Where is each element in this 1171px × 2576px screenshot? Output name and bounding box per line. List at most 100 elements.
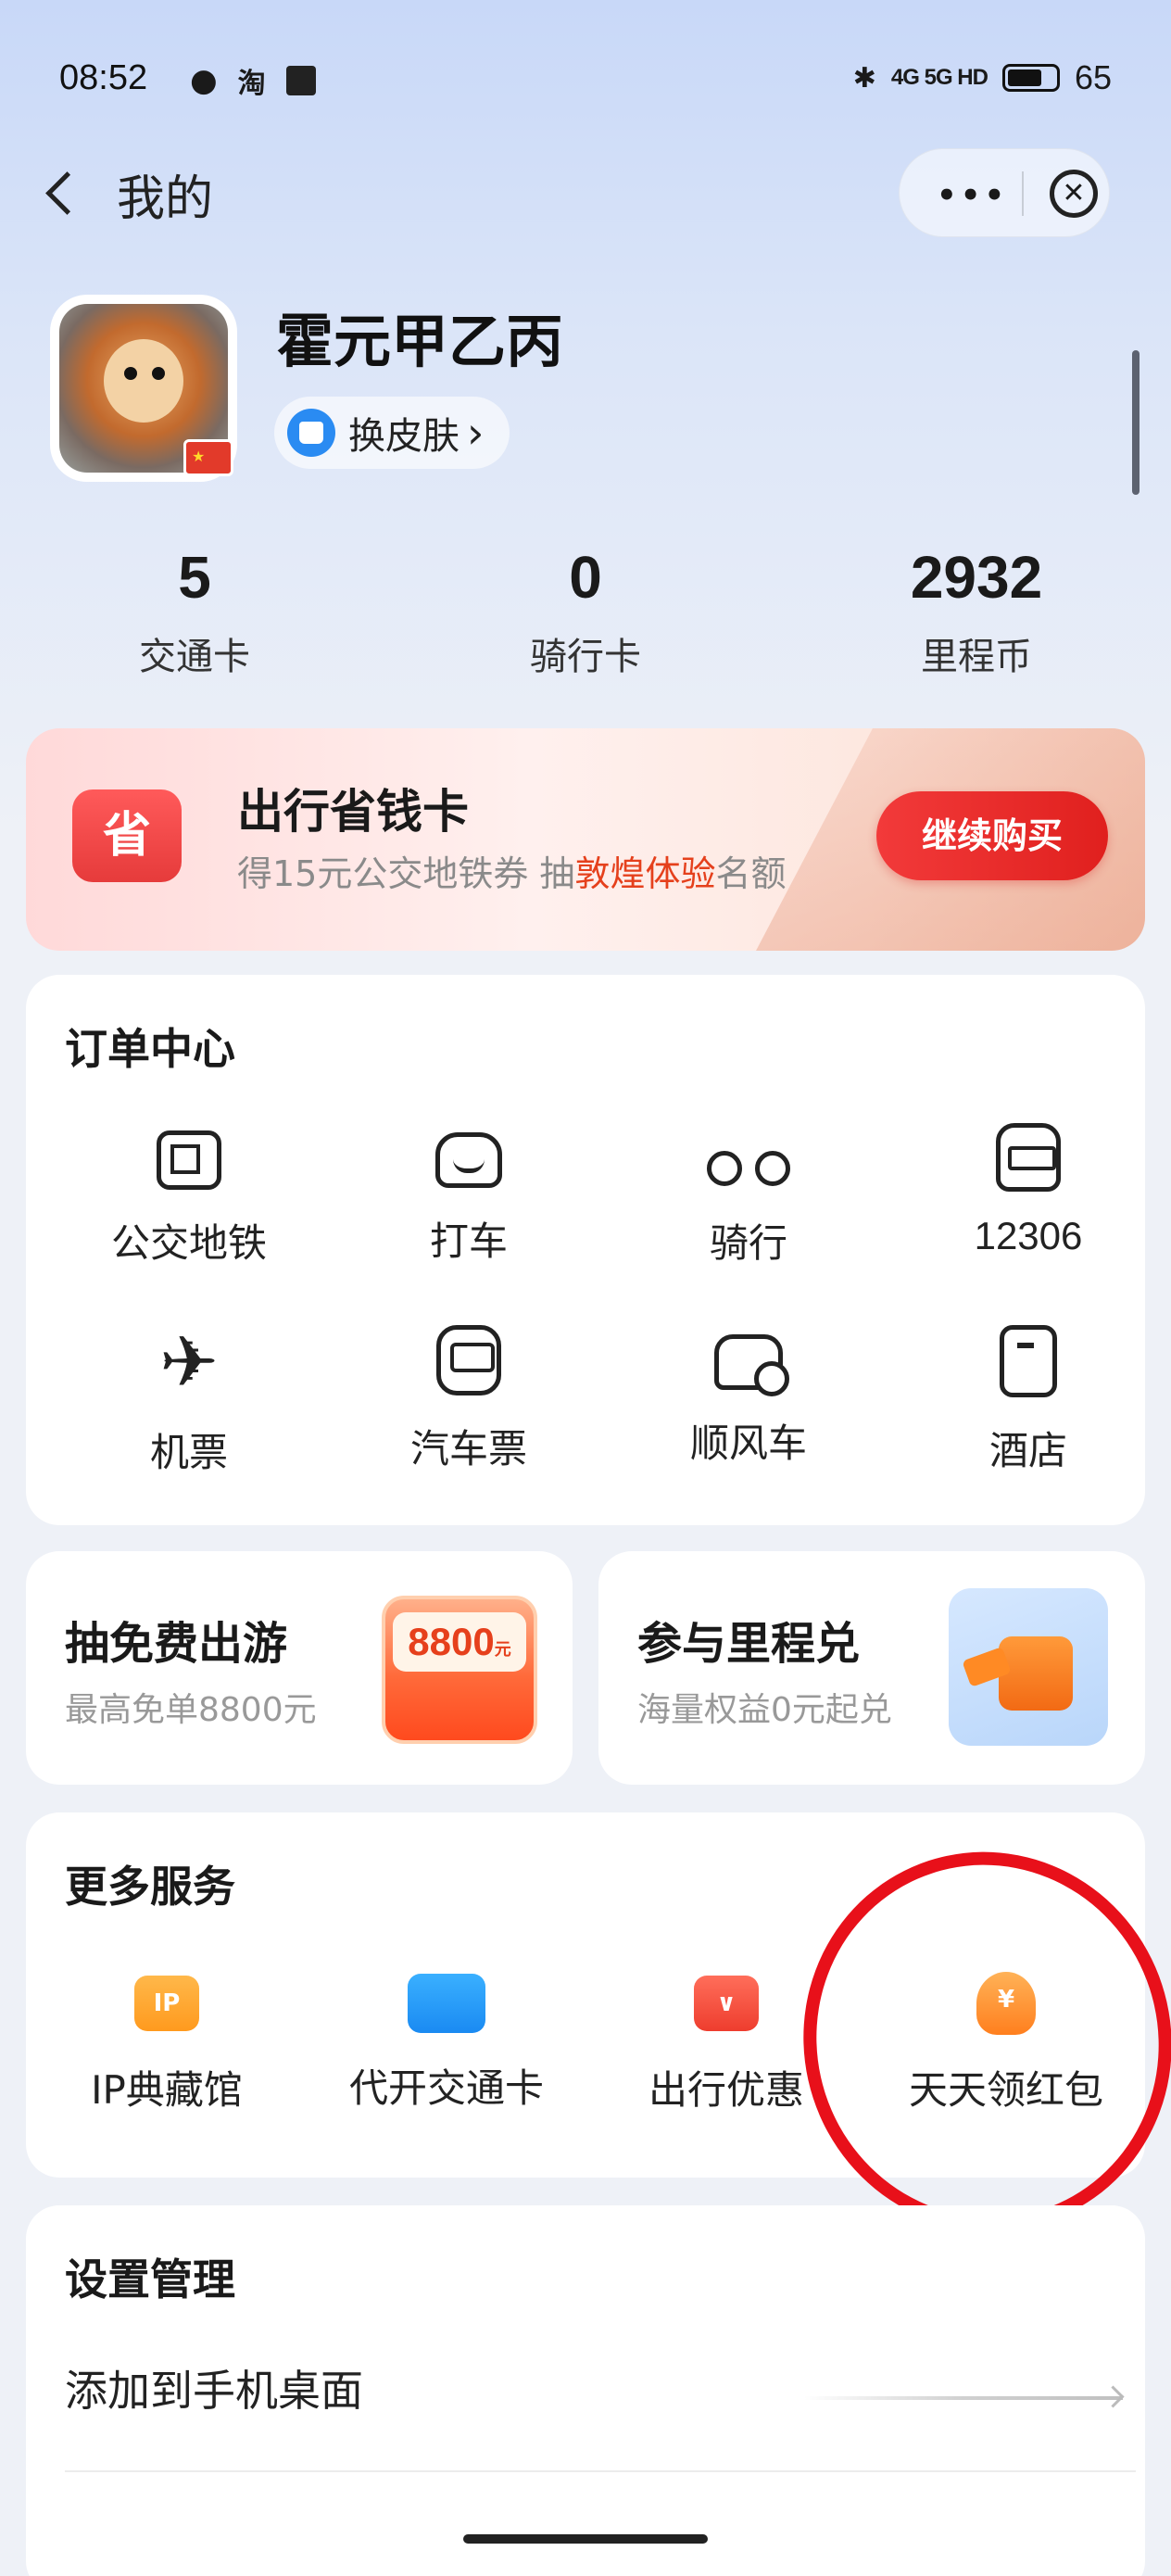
order-item-label: 打车	[429, 1219, 508, 1264]
user-name: 霍元甲乙丙	[276, 308, 564, 375]
stat-label: 交通卡	[139, 636, 250, 678]
avatar-face	[104, 339, 183, 423]
stat-transit-cards[interactable]: 5 交通卡	[56, 543, 334, 680]
bike-icon	[707, 1134, 790, 1190]
stat-value: 0	[569, 544, 602, 611]
add-to-home-screen-row[interactable]: 添加到手机桌面	[65, 2357, 363, 2418]
battery-icon	[1001, 64, 1060, 92]
scroll-indicator	[1132, 350, 1140, 495]
continue-purchase-button[interactable]: 继续购买	[876, 791, 1108, 880]
order-item-hotel[interactable]: 酒店	[889, 1325, 1167, 1476]
avatar-eye-left	[124, 367, 137, 380]
order-center-card: 订单中心 公交地铁 打车 骑行 12306 ✈ 机票 汽车票 顺风车 酒店	[26, 975, 1145, 1525]
mini-program-capsule: ••• ✕	[899, 148, 1110, 237]
card-subtitle: 海量权益0元起兑	[637, 1691, 892, 1729]
carpool-icon	[714, 1334, 789, 1396]
status-right: ✱ 4G 5G HD 65	[853, 58, 1112, 97]
section-title: 更多服务	[65, 1862, 235, 1912]
order-item-carpool[interactable]: 顺风车	[610, 1325, 888, 1469]
status-time: 08:52	[59, 58, 148, 97]
prize-amount: 8800元	[393, 1612, 526, 1672]
card-title: 抽免费出游	[65, 1618, 288, 1670]
card-subtitle: 最高免单8800元	[65, 1691, 317, 1729]
divider	[65, 2470, 1136, 2472]
service-ip-collection[interactable]: IP IP典藏馆	[28, 1976, 306, 2115]
service-label: 代开交通卡	[348, 2065, 544, 2111]
ip-icon: IP	[134, 1976, 199, 2031]
taobao-icon: 淘	[237, 68, 266, 100]
service-label: 出行优惠	[648, 2067, 804, 2113]
savings-icon: 省	[72, 789, 182, 882]
prize-unit: 元	[494, 1640, 511, 1659]
page-title: 我的	[117, 171, 214, 227]
gift-box-icon	[949, 1588, 1108, 1746]
close-button[interactable]: ✕	[1050, 170, 1098, 218]
prize-badge: 8800元	[382, 1596, 537, 1744]
network-indicator: 4G 5G HD	[890, 65, 988, 90]
money-bag-icon: ¥	[976, 1972, 1036, 2035]
order-item-bike[interactable]: 骑行	[610, 1123, 888, 1269]
avatar[interactable]: ★	[50, 295, 237, 482]
transit-card-icon	[408, 1974, 485, 2033]
mileage-redeem-card[interactable]: 参与里程兑 海量权益0元起兑	[598, 1551, 1145, 1785]
order-item-coach[interactable]: 汽车票	[330, 1325, 608, 1474]
order-item-bus-metro[interactable]: 公交地铁	[50, 1123, 328, 1269]
gift-icon: ∨	[694, 1976, 759, 2031]
order-item-label: 公交地铁	[110, 1220, 267, 1266]
section-title: 订单中心	[65, 1024, 235, 1074]
train-icon	[996, 1123, 1061, 1192]
capsule-divider	[1022, 171, 1024, 216]
banner-subtitle: 得15元公交地铁券 抽敦煌体验名额	[237, 845, 786, 896]
chevron-right-icon	[804, 2396, 1123, 2400]
service-transit-card-issue[interactable]: 代开交通卡	[308, 1974, 586, 2114]
free-trip-lottery-card[interactable]: 抽免费出游 最高免单8800元 8800元	[26, 1551, 573, 1785]
section-title: 设置管理	[65, 2254, 235, 2305]
app-icon	[285, 66, 316, 95]
avatar-eye-right	[152, 367, 165, 380]
bluetooth-icon: ✱	[852, 62, 876, 94]
change-skin-button[interactable]: 换皮肤 ›	[274, 397, 510, 469]
service-label: IP典藏馆	[91, 2067, 243, 2113]
stat-label: 骑行卡	[530, 636, 641, 678]
stat-riding-cards[interactable]: 0 骑行卡	[447, 543, 724, 680]
chevron-right-icon: ›	[467, 408, 485, 458]
stat-label: 里程币	[921, 636, 1032, 678]
status-bar: 08:52 ● 淘 ✱ 4G 5G HD 65	[0, 51, 1171, 107]
prize-value: 8800	[408, 1620, 495, 1663]
bus-metro-icon	[157, 1130, 221, 1190]
nav-bar: 我的 ••• ✕	[0, 148, 1171, 237]
savings-card-banner[interactable]: 省 出行省钱卡 得15元公交地铁券 抽敦煌体验名额 继续购买	[26, 728, 1145, 951]
service-travel-deals[interactable]: ∨ 出行优惠	[587, 1976, 865, 2115]
order-item-label: 12306	[974, 1214, 1083, 1257]
taxi-icon	[435, 1132, 502, 1188]
banner-sub-prefix: 得15元公交地铁券 抽	[237, 853, 575, 894]
order-item-label: 酒店	[988, 1428, 1067, 1473]
back-button[interactable]	[35, 165, 91, 221]
service-daily-red-packet[interactable]: ¥ 天天领红包	[867, 1972, 1145, 2115]
coach-icon	[436, 1325, 501, 1395]
more-services-card: 更多服务 IP IP典藏馆 代开交通卡 ∨ 出行优惠 ¥ 天天领红包	[26, 1812, 1145, 2178]
order-item-train[interactable]: 12306	[889, 1123, 1167, 1258]
status-notification-icons: ● 淘	[190, 60, 316, 101]
more-button[interactable]: •••	[937, 177, 1008, 214]
home-indicator[interactable]	[463, 2534, 708, 2544]
order-item-label: 顺风车	[689, 1421, 807, 1466]
banner-sub-highlight: 敦煌体验	[574, 853, 716, 894]
stat-value: 2932	[910, 544, 1043, 611]
stat-mileage-coins[interactable]: 2932 里程币	[837, 543, 1115, 680]
order-item-flight[interactable]: ✈ 机票	[50, 1325, 328, 1478]
hotel-icon	[1000, 1325, 1057, 1397]
order-item-label: 骑行	[709, 1220, 787, 1266]
banner-title: 出行省钱卡	[237, 785, 469, 839]
shirt-icon	[287, 409, 335, 457]
order-item-label: 机票	[149, 1430, 228, 1475]
banner-sub-suffix: 名额	[715, 853, 787, 894]
service-label: 天天领红包	[908, 2067, 1103, 2113]
plane-icon: ✈	[159, 1320, 219, 1403]
card-title: 参与里程兑	[637, 1618, 861, 1670]
stat-value: 5	[178, 544, 211, 611]
order-item-label: 汽车票	[409, 1426, 527, 1471]
order-item-taxi[interactable]: 打车	[330, 1123, 608, 1267]
wechat-icon: ●	[190, 62, 218, 99]
battery-level: 65	[1074, 58, 1112, 96]
